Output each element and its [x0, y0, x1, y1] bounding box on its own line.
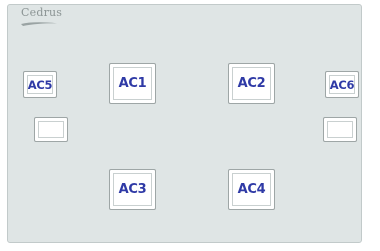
ac2-button[interactable]: AC2 — [228, 63, 275, 104]
ac1-label: AC1 — [118, 76, 147, 91]
ac5-button[interactable]: AC5 — [23, 71, 57, 98]
response-pad-panel: Cedrus AC5 AC1 AC2 AC6 AC3 AC4 — [7, 4, 362, 243]
logo-swoosh-icon — [21, 22, 57, 26]
right-blank-button[interactable] — [323, 117, 357, 142]
ac4-label: AC4 — [237, 182, 266, 197]
ac3-button[interactable]: AC3 — [109, 169, 156, 210]
ac6-button[interactable]: AC6 — [325, 71, 359, 98]
ac4-button[interactable]: AC4 — [228, 169, 275, 210]
logo-text: Cedrus — [21, 6, 63, 19]
ac2-label: AC2 — [237, 76, 266, 91]
left-blank-button[interactable] — [34, 117, 68, 142]
ac3-label: AC3 — [118, 182, 147, 197]
ac1-button[interactable]: AC1 — [109, 63, 156, 104]
ac6-label: AC6 — [329, 77, 355, 92]
ac5-label: AC5 — [27, 77, 53, 92]
cedrus-logo: Cedrus — [21, 6, 63, 29]
